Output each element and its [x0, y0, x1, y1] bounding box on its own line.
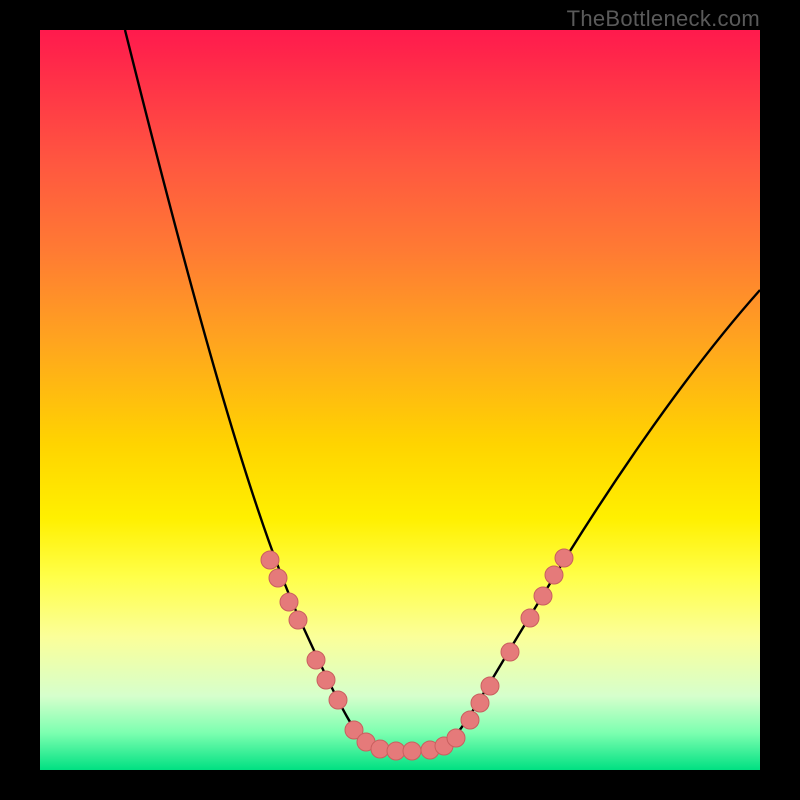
data-dot: [461, 711, 479, 729]
data-dot: [317, 671, 335, 689]
data-dot: [471, 694, 489, 712]
curve-left-curve: [125, 30, 405, 750]
data-dot: [403, 742, 421, 760]
chart-svg: [40, 30, 760, 770]
data-dot: [534, 587, 552, 605]
data-dot: [307, 651, 325, 669]
data-dot: [521, 609, 539, 627]
data-dot: [545, 566, 563, 584]
data-dot: [387, 742, 405, 760]
watermark-label: TheBottleneck.com: [567, 6, 760, 32]
chart-frame: TheBottleneck.com: [0, 0, 800, 800]
data-dot: [329, 691, 347, 709]
data-dots: [261, 549, 573, 760]
data-dot: [261, 551, 279, 569]
curve-lines: [125, 30, 760, 750]
data-dot: [481, 677, 499, 695]
plot-area: [40, 30, 760, 770]
data-dot: [555, 549, 573, 567]
data-dot: [447, 729, 465, 747]
data-dot: [280, 593, 298, 611]
data-dot: [501, 643, 519, 661]
curve-right-curve: [420, 290, 760, 750]
data-dot: [289, 611, 307, 629]
data-dot: [371, 740, 389, 758]
data-dot: [269, 569, 287, 587]
